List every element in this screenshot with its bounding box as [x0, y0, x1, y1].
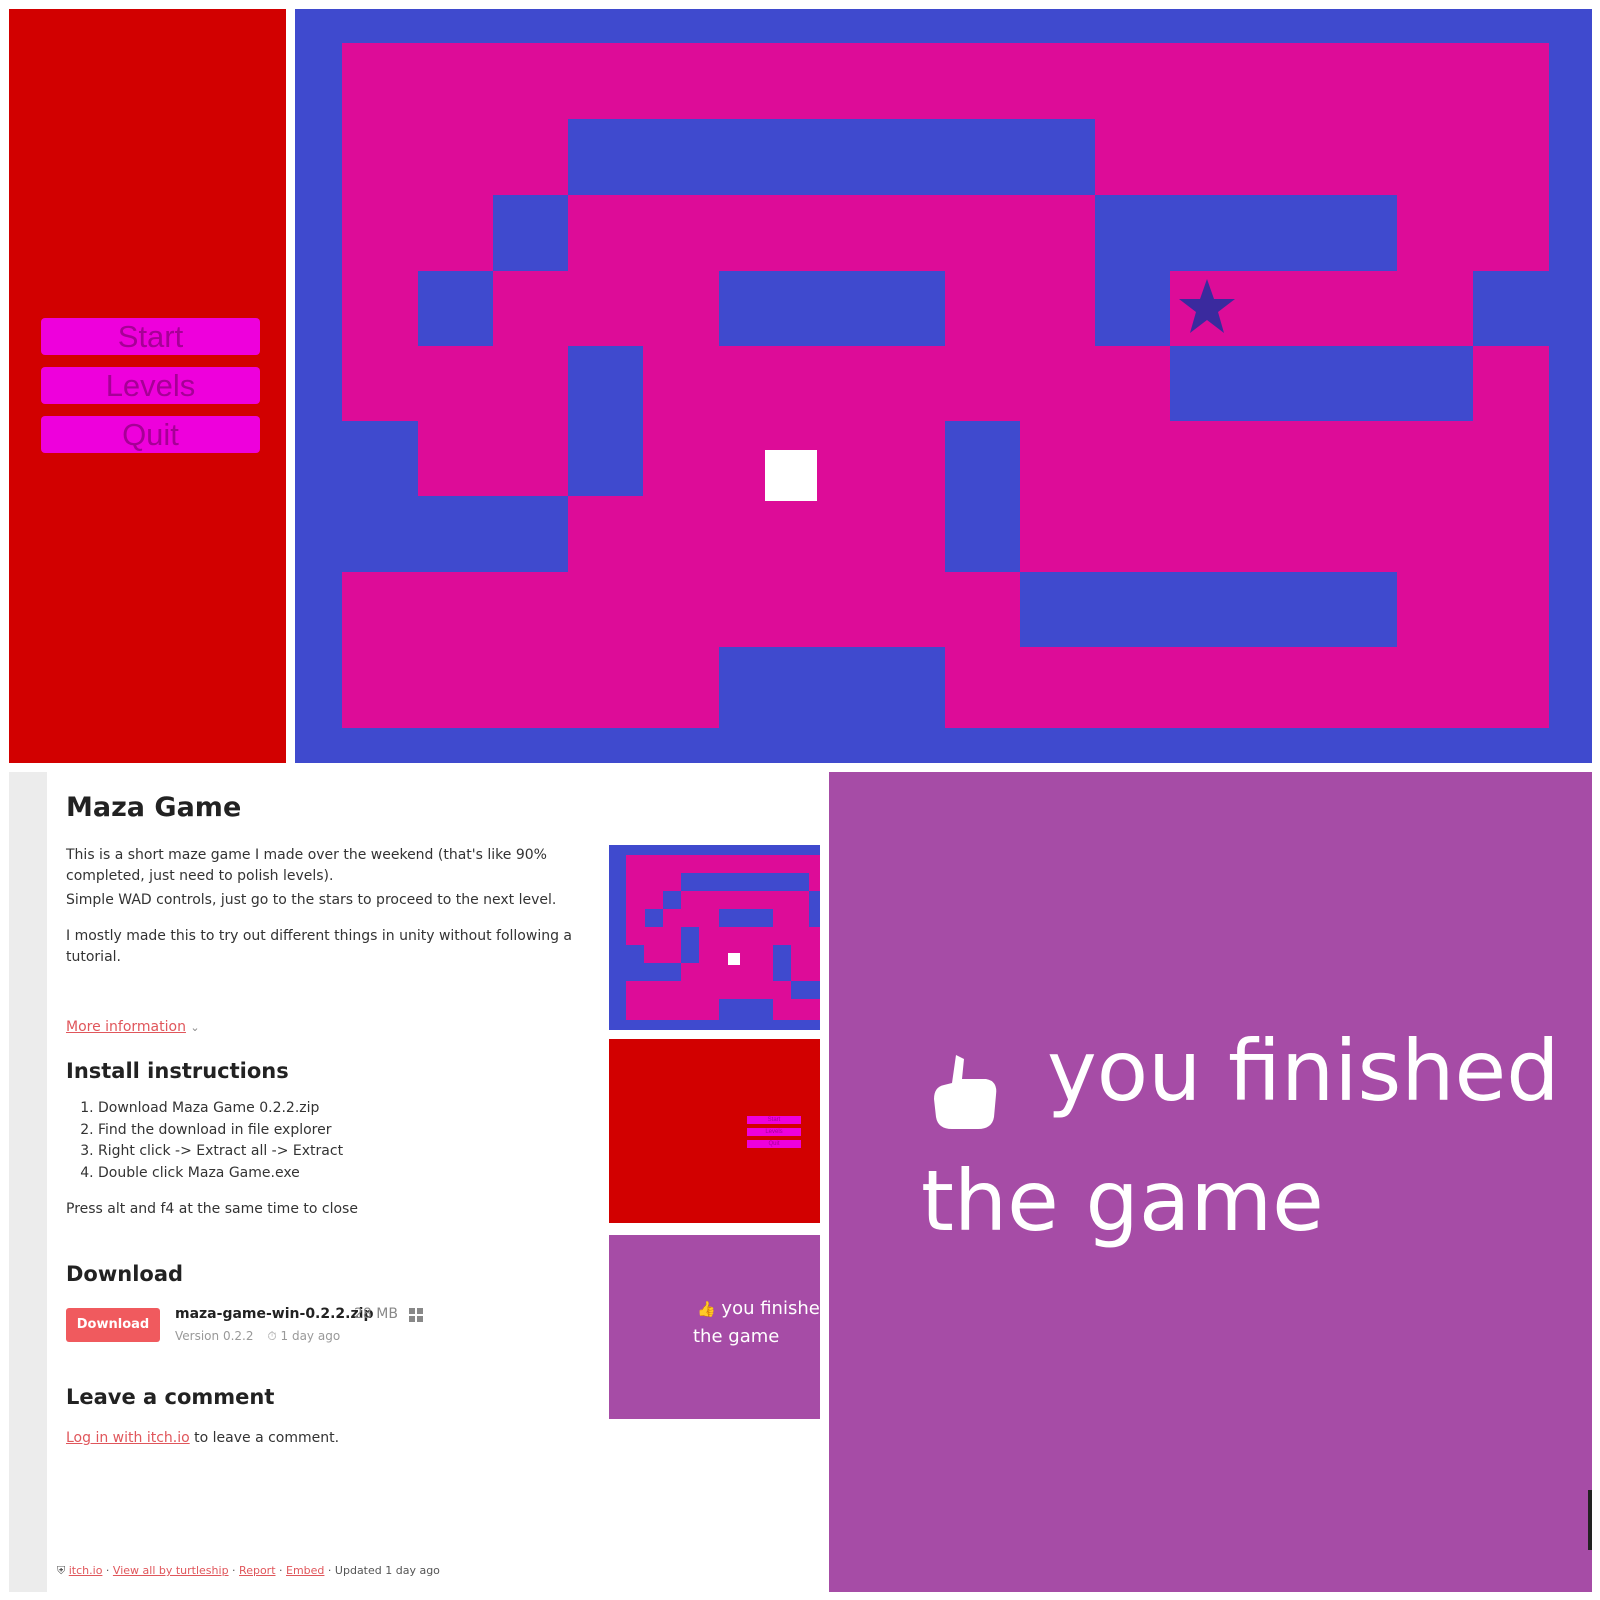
quit-button[interactable]: Quit: [41, 416, 260, 453]
thumbnail-levels-label: Levels: [747, 1128, 801, 1136]
maze-level-view: [295, 9, 1592, 763]
thumbnail-start-label: Start: [747, 1116, 801, 1124]
file-meta: Version 0.2.2 ⏱ 1 day ago: [175, 1329, 340, 1344]
login-suffix: to leave a comment.: [189, 1430, 340, 1446]
finish-message-line2: the game: [921, 1152, 1324, 1250]
player-square: [765, 450, 817, 501]
more-information-link[interactable]: More information: [66, 1019, 186, 1035]
maze-wall: [945, 421, 1020, 496]
maze-wall: [1473, 271, 1549, 346]
download-button[interactable]: Download: [66, 1308, 160, 1342]
maze-wall: [568, 346, 643, 421]
maze-wall: [418, 271, 493, 346]
list-item: Double click Maza Game.exe: [98, 1163, 343, 1185]
thumbnail-maze-image: [626, 855, 820, 1020]
login-prompt: Log in with itch.io to leave a comment.: [66, 1430, 339, 1446]
thumbnail-finish-text: 👍 you finished the game: [693, 1295, 820, 1351]
maze-wall: [1095, 195, 1397, 271]
screenshot-thumbnail-finish[interactable]: 👍 you finished the game: [609, 1235, 820, 1419]
description-paragraph: Simple WAD controls, just go to the star…: [66, 892, 557, 908]
maze-wall: [945, 496, 1020, 572]
login-link[interactable]: Log in with itch.io: [66, 1430, 190, 1446]
game-finished-screen: you finished the game: [829, 772, 1592, 1592]
screenshot-thumbnail-menu[interactable]: Start Levels Quit: [609, 1039, 820, 1223]
description-paragraph: I mostly made this to try out different …: [66, 928, 573, 965]
thumbnail-quit-label: Quit: [747, 1140, 801, 1148]
file-version: Version 0.2.2: [175, 1329, 254, 1343]
thumbnail-finish-line2: the game: [693, 1326, 780, 1347]
thumbs-up-icon: [934, 1055, 997, 1129]
list-item: Download Maza Game 0.2.2.zip: [98, 1098, 343, 1120]
comment-heading: Leave a comment: [66, 1385, 275, 1409]
footer-embed-link[interactable]: Embed: [286, 1564, 324, 1577]
more-information-toggle[interactable]: More information ⌄: [66, 1019, 200, 1035]
list-item: Right click -> Extract all -> Extract: [98, 1141, 343, 1163]
install-steps-list: Download Maza Game 0.2.2.zip Find the do…: [66, 1098, 343, 1184]
file-name: maza-game-win-0.2.2.zip: [175, 1306, 374, 1322]
download-heading: Download: [66, 1262, 184, 1286]
file-updated: 1 day ago: [280, 1329, 341, 1343]
thumbnail-finish-line1: you finished: [721, 1298, 820, 1319]
maze-wall: [1170, 346, 1473, 421]
maze-wall: [568, 119, 1095, 195]
maze-wall: [1095, 271, 1170, 346]
footer-view-all-link[interactable]: View all by turtleship: [113, 1564, 229, 1577]
maze-wall: [1020, 572, 1397, 647]
chevron-down-icon: ⌄: [190, 1021, 200, 1034]
levels-button[interactable]: Levels: [41, 367, 260, 404]
main-menu-panel: Start Levels Quit: [9, 9, 286, 763]
install-heading: Install instructions: [66, 1059, 289, 1083]
scrollbar-thumb[interactable]: [1588, 1490, 1592, 1550]
page-title: Maza Game: [66, 792, 242, 823]
start-button[interactable]: Start: [41, 318, 260, 355]
thumbs-up-icon: 👍: [697, 1300, 716, 1318]
page-footer: ⛨ itch.io · View all by turtleship · Rep…: [57, 1564, 440, 1577]
maze-wall: [719, 647, 945, 728]
page-sidebar: [9, 772, 47, 1592]
maze-wall: [342, 496, 568, 572]
footer-report-link[interactable]: Report: [239, 1564, 275, 1577]
clock-icon: ⏱: [267, 1329, 277, 1343]
close-note: Press alt and f4 at the same time to clo…: [66, 1201, 358, 1217]
screenshot-thumbnail-maze[interactable]: [609, 845, 820, 1030]
finish-message-line1: you finished: [1047, 1022, 1560, 1120]
maze-board: [342, 43, 1549, 728]
itchio-logo-icon: ⛨: [57, 1564, 66, 1577]
description-paragraph: This is a short maze game I made over th…: [66, 847, 547, 884]
list-item: Find the download in file explorer: [98, 1120, 343, 1142]
file-size: 28 MB: [354, 1306, 398, 1322]
footer-itchio-link[interactable]: itch.io: [69, 1564, 103, 1577]
maze-wall: [568, 421, 643, 496]
maze-wall: [493, 195, 568, 271]
windows-icon: [409, 1308, 423, 1322]
maze-wall: [342, 421, 418, 496]
itch-game-page: Maza Game This is a short maze game I ma…: [9, 772, 829, 1592]
footer-updated: Updated 1 day ago: [334, 1564, 440, 1577]
maze-wall: [719, 271, 945, 346]
